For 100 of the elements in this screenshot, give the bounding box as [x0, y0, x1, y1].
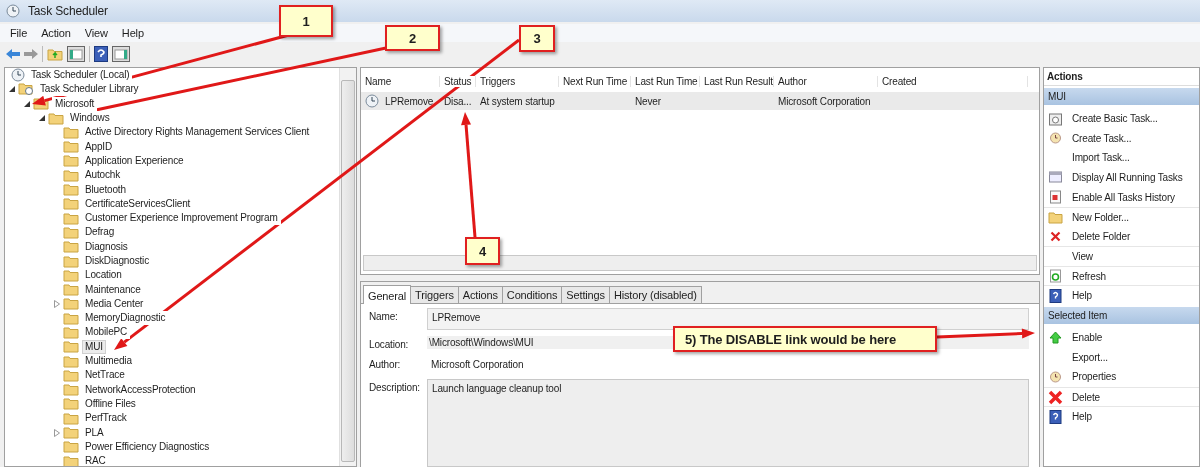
- help-icon[interactable]: [94, 46, 108, 62]
- folder-icon: [63, 297, 79, 311]
- help-icon: [1048, 288, 1063, 303]
- tree-item[interactable]: Microsoft: [52, 96, 98, 111]
- delete-icon: [1048, 230, 1063, 242]
- calendar-icon: [1048, 111, 1063, 126]
- tree-item[interactable]: Diagnosis: [82, 239, 131, 254]
- action-link[interactable]: Create Task...: [1072, 132, 1132, 144]
- menu-item[interactable]: Action: [35, 26, 77, 40]
- field-label: Author:: [369, 358, 402, 370]
- pane-icon[interactable]: [112, 46, 130, 62]
- tab[interactable]: Settings: [561, 286, 610, 303]
- clock-icon: [1048, 132, 1063, 145]
- callout-tooltip: 1: [279, 5, 333, 37]
- action-link[interactable]: Delete: [1072, 391, 1100, 403]
- clock-icon: [11, 68, 25, 83]
- action-link[interactable]: Enable All Tasks History: [1072, 191, 1175, 203]
- folder-icon: [63, 154, 79, 168]
- menu-item[interactable]: View: [78, 26, 114, 40]
- clock-icon: [1048, 370, 1063, 383]
- tab[interactable]: Conditions: [501, 286, 563, 303]
- callout-tooltip: 3: [519, 25, 555, 52]
- forward-icon[interactable]: [24, 48, 38, 60]
- folder-icon: [63, 454, 79, 466]
- action-link[interactable]: Refresh: [1072, 270, 1106, 282]
- tab[interactable]: History (disabled): [608, 286, 702, 303]
- folder-icon: [63, 197, 79, 211]
- tree-item[interactable]: Customer Experience Improvement Program: [82, 211, 281, 226]
- tree-item[interactable]: Task Scheduler (Local): [28, 68, 133, 83]
- tree-item[interactable]: MobilePC: [82, 325, 131, 340]
- action-link[interactable]: Enable: [1072, 332, 1103, 344]
- menu-item[interactable]: File: [4, 26, 34, 40]
- back-icon[interactable]: [6, 48, 20, 60]
- group-header[interactable]: MUI: [1044, 88, 1199, 105]
- action-link[interactable]: Help: [1072, 411, 1092, 423]
- collapse-icon[interactable]: [8, 86, 15, 93]
- tree-item[interactable]: MUI: [82, 339, 106, 354]
- collapse-icon[interactable]: [38, 115, 45, 122]
- folder-up-icon[interactable]: [47, 47, 63, 61]
- action-link[interactable]: View: [1072, 250, 1093, 262]
- text-area[interactable]: Launch language cleanup tool: [427, 379, 1029, 467]
- scrollbar[interactable]: [363, 255, 1037, 271]
- expand-icon[interactable]: [53, 428, 60, 437]
- action-link[interactable]: Create Basic Task...: [1072, 113, 1158, 125]
- table-cell: LPRemove: [385, 95, 434, 107]
- table-cell: Never: [635, 95, 661, 107]
- action-link[interactable]: Help: [1072, 290, 1092, 302]
- table-cell: Microsoft Corporation: [778, 95, 871, 107]
- pane-icon[interactable]: [67, 46, 85, 62]
- help-icon: [1048, 409, 1063, 424]
- folder-icon: [63, 211, 79, 225]
- tree-item[interactable]: Active Directory Rights Management Services Client: [82, 125, 313, 140]
- scrollbar[interactable]: [339, 68, 356, 466]
- window-icon: [1048, 171, 1063, 185]
- folder-icon: [63, 411, 79, 425]
- folder-icon: [63, 140, 79, 154]
- document-icon: [1048, 190, 1063, 205]
- library-icon: [18, 82, 34, 97]
- tree-item[interactable]: Task Scheduler Library: [37, 82, 142, 97]
- task-icon: [365, 94, 379, 108]
- group-header[interactable]: Selected Item: [1044, 306, 1199, 324]
- folder-icon: [63, 326, 79, 339]
- action-link[interactable]: Display All Running Tasks: [1072, 172, 1183, 184]
- menu-item[interactable]: Help: [115, 26, 150, 40]
- field-label: Location:: [369, 338, 410, 350]
- action-link[interactable]: Delete Folder: [1072, 230, 1131, 242]
- tab[interactable]: Actions: [457, 286, 503, 303]
- action-link[interactable]: Export...: [1072, 351, 1108, 363]
- callout-tooltip: 4: [465, 237, 500, 265]
- folder-icon: [63, 368, 79, 382]
- tree-item[interactable]: Application Experience: [82, 153, 187, 168]
- table-cell: At system startup: [480, 95, 555, 107]
- refresh-icon: [1048, 269, 1063, 284]
- tree-item[interactable]: Power Efficiency Diagnostics: [82, 439, 212, 454]
- field-label: Name:: [369, 310, 399, 322]
- folder-icon: [63, 254, 79, 268]
- field-label: Description:: [369, 381, 421, 393]
- folder-icon: [63, 240, 79, 254]
- action-link[interactable]: Import Task...: [1072, 152, 1130, 164]
- action-link[interactable]: New Folder...: [1072, 211, 1129, 223]
- field-value: Microsoft Corporation: [430, 358, 525, 372]
- folder-icon: [48, 111, 64, 125]
- folder-icon: [63, 397, 79, 411]
- folder-icon: [63, 440, 79, 454]
- window-title: Task Scheduler: [28, 4, 108, 18]
- folder-icon: [63, 354, 79, 368]
- tree-item[interactable]: MemoryDiagnostic: [82, 311, 169, 326]
- folder-icon: [63, 383, 79, 397]
- tree-item[interactable]: RAC: [82, 454, 109, 466]
- task-row[interactable]: LPRemove Disa... At system startup Never Microsoft Corporation: [361, 92, 1039, 110]
- tab[interactable]: General: [363, 285, 412, 304]
- text-field[interactable]: LPRemove: [427, 308, 1029, 330]
- folder-icon: [63, 268, 79, 282]
- collapse-icon[interactable]: [23, 100, 30, 107]
- folder-icon: [63, 283, 79, 297]
- delete-icon: [1048, 389, 1063, 405]
- action-link[interactable]: Properties: [1072, 371, 1117, 383]
- expand-icon[interactable]: [53, 299, 60, 308]
- tab[interactable]: Triggers: [410, 286, 459, 303]
- up-arrow-icon: [1048, 331, 1063, 345]
